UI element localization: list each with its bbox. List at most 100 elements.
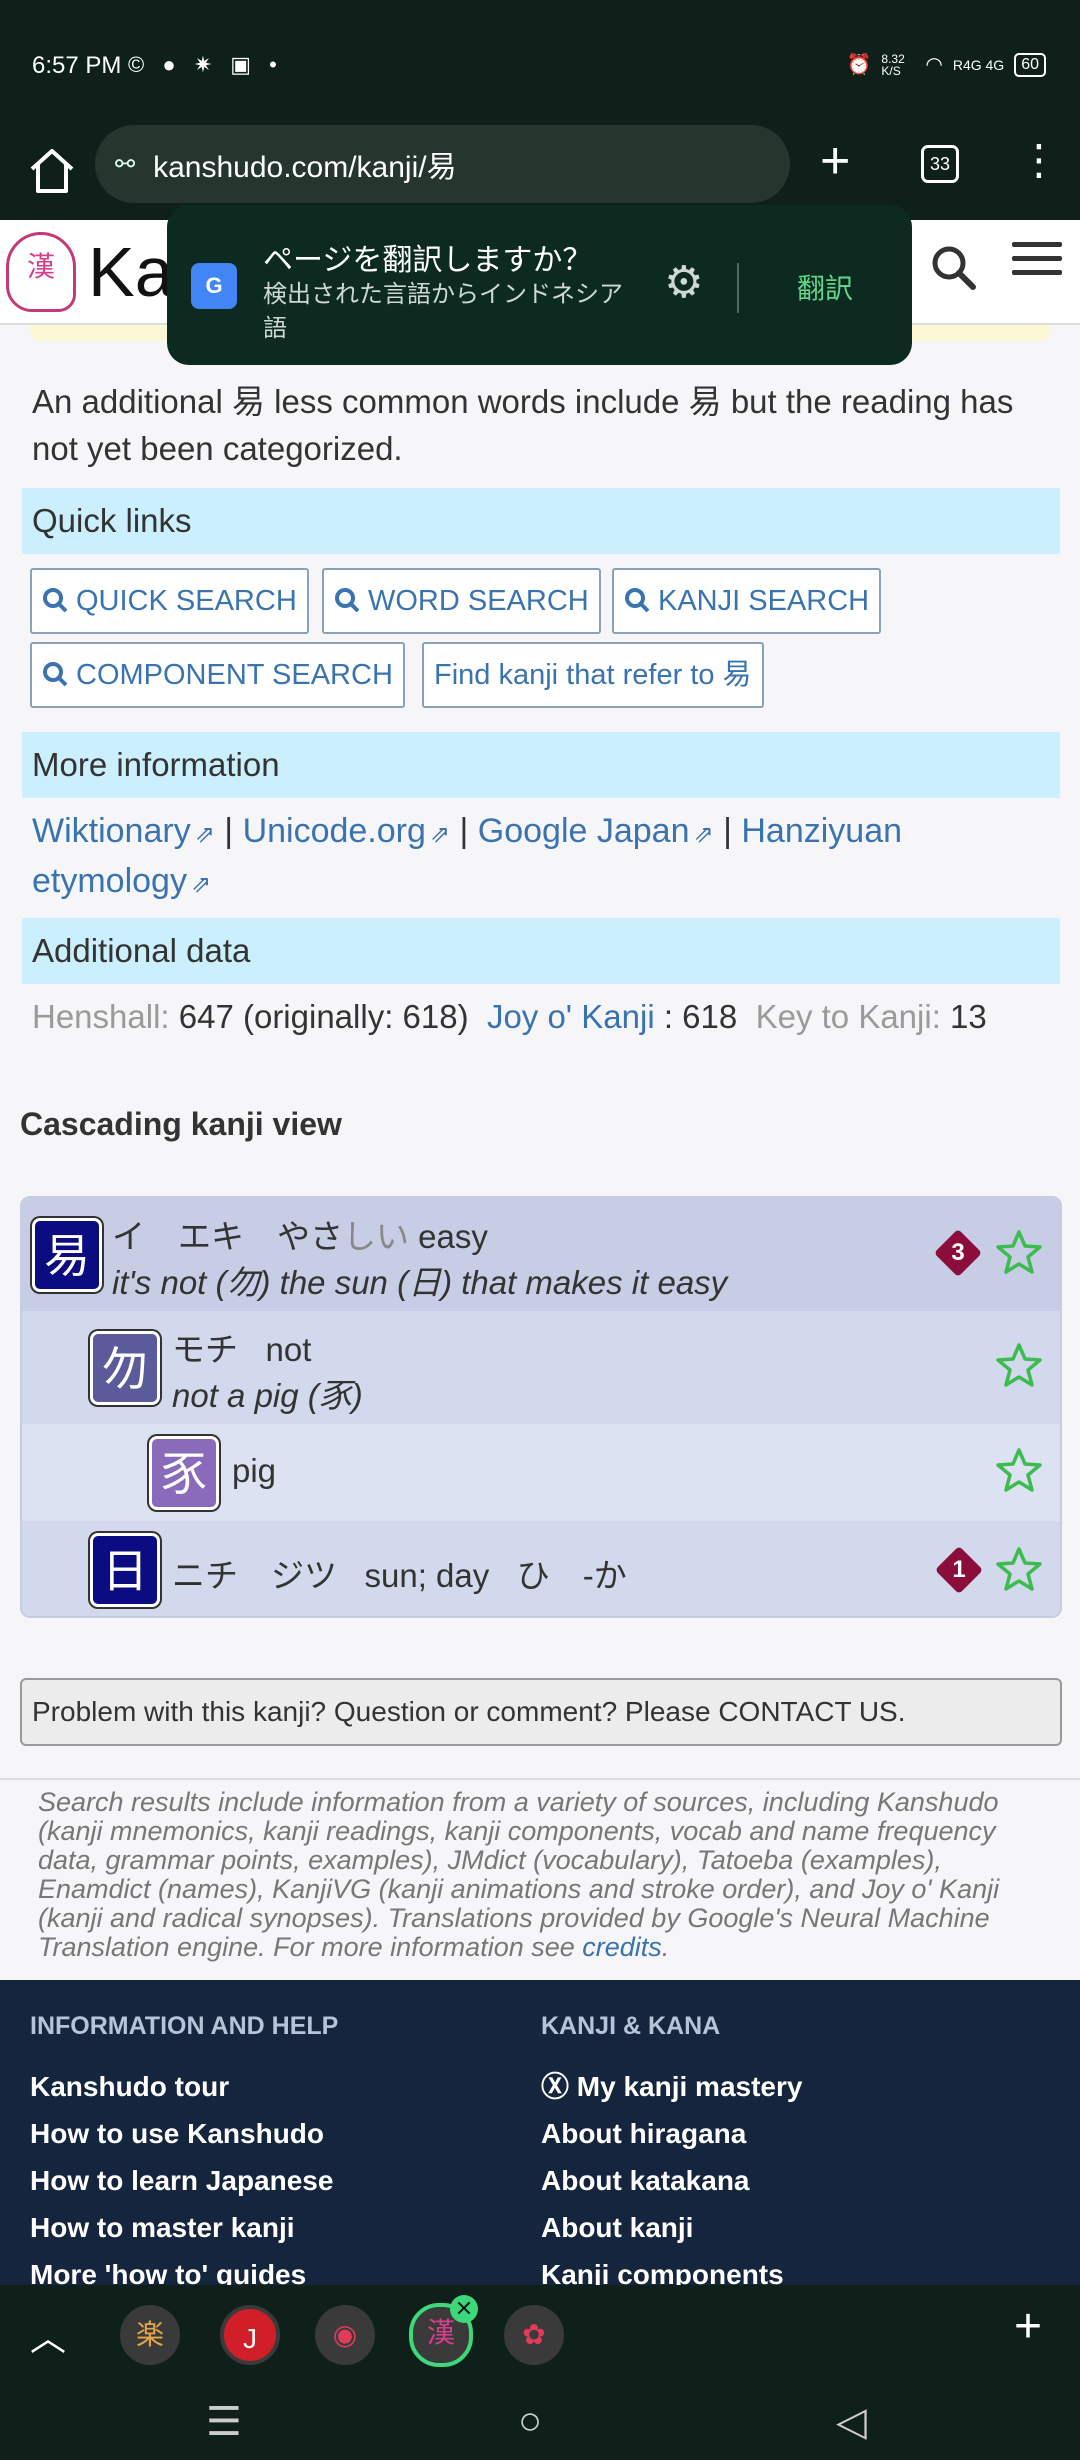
add-tab-icon[interactable]: + (1014, 2299, 1042, 2354)
joy-link[interactable]: Joy o' Kanji (487, 998, 655, 1035)
google-translate-icon: G (191, 263, 237, 309)
address-bar[interactable]: ⚯ kanshudo.com/kanji/易 (95, 125, 790, 203)
search-icon (335, 588, 360, 613)
wiktionary-link[interactable]: Wiktionary (32, 812, 191, 850)
okurigana: しい (343, 1218, 409, 1255)
kanji-tile[interactable]: 易 (32, 1218, 102, 1292)
kanji-mnemonic: not a pig (豕) (172, 1377, 363, 1414)
kanji-meaning: sun; day (364, 1557, 490, 1594)
close-tab-icon[interactable]: ✕ (450, 2295, 478, 2323)
cascade-row[interactable]: 易 イ エキ やさしい easy it's not (勿) the sun (日… (22, 1198, 1060, 1311)
star-icon[interactable] (994, 1545, 1044, 1595)
notification-icons: © ● ✷ ▣ • (128, 52, 283, 77)
word-search-button[interactable]: WORD SEARCH (322, 568, 601, 634)
cascade-view: 易 イ エキ やさしい easy it's not (勿) the sun (日… (20, 1196, 1062, 1618)
find-refer-button[interactable]: Find kanji that refer to 易 (422, 642, 764, 708)
kanji-reading-line: モチ not (172, 1323, 311, 1371)
kanji-tile[interactable]: 勿 (90, 1331, 160, 1405)
component-search-label: COMPONENT SEARCH (76, 659, 393, 691)
tab-strip: ︿ 楽 J ◉ 漢 ✕ ✿ + (0, 2285, 1080, 2385)
intro-text: An additional 易 less common words includ… (32, 383, 1014, 467)
additional-data-row: Henshall: 647 (originally: 618) Joy o' K… (32, 998, 987, 1036)
kanji-extra-readings: ひ -か (516, 1557, 627, 1594)
tab-favicon[interactable]: ◉ (315, 2305, 375, 2365)
cascade-row[interactable]: 勿 モチ not not a pig (豕) (22, 1311, 1060, 1424)
system-nav-bar: ☰ ○ ◁ (0, 2385, 1080, 2460)
component-search-button[interactable]: COMPONENT SEARCH (30, 642, 405, 708)
cascade-row[interactable]: 日 ニチ ジツ sun; day ひ -か 1 (22, 1521, 1060, 1616)
site-footer: INFORMATION AND HELP Kanshudo tour How t… (0, 1980, 1080, 2285)
kanji-search-button[interactable]: KANJI SEARCH (612, 568, 882, 634)
logo-text[interactable]: Ka (88, 232, 174, 312)
word-search-label: WORD SEARCH (368, 585, 589, 617)
site-settings-icon[interactable]: ⚯ (115, 150, 135, 179)
star-icon[interactable] (994, 1341, 1044, 1391)
speed-readout: 8.32 K/S (881, 51, 905, 78)
footer-link[interactable]: How to learn Japanese (30, 2157, 338, 2204)
search-icon (43, 662, 68, 687)
star-icon[interactable] (994, 1228, 1044, 1278)
kanji-meaning: pig (232, 1452, 277, 1489)
footer-link[interactable]: Kanji components (541, 2251, 802, 2285)
quick-search-button[interactable]: QUICK SEARCH (30, 568, 309, 634)
kanji-search-label: KANJI SEARCH (658, 585, 870, 617)
battery-icon: 60 (1014, 52, 1046, 77)
translate-button[interactable]: 翻訳 (797, 267, 853, 307)
footer-link[interactable]: About kanji (541, 2204, 802, 2251)
footer-link[interactable]: How to master kanji (30, 2204, 338, 2251)
recents-icon[interactable]: ☰ (206, 2399, 242, 2445)
tab-switcher-button[interactable]: 33 (921, 145, 959, 183)
wifi-icon: ◠ (925, 54, 943, 76)
key-value: 13 (950, 998, 987, 1035)
kanji-tile[interactable]: 日 (90, 1533, 160, 1607)
footer-link[interactable]: How to use Kanshudo (30, 2110, 338, 2157)
more-info-heading: More information (22, 732, 1060, 798)
logo-icon[interactable]: 漢 (6, 232, 76, 312)
alarm-icon: ⏰ (846, 54, 872, 76)
kanji-reading-line: ニチ ジツ sun; day ひ -か (172, 1549, 627, 1597)
tab-favicon[interactable]: J (220, 2305, 280, 2365)
footer-link[interactable]: About hiragana (541, 2110, 802, 2157)
url-text: kanshudo.com/kanji/易 (153, 151, 457, 184)
kanji-meaning: not (265, 1331, 312, 1368)
tab-favicon[interactable]: ✿ (504, 2305, 564, 2365)
chevron-up-icon[interactable]: ︿ (30, 2309, 66, 2361)
signal-icon: R4G 4G (952, 56, 1005, 73)
tab-favicon[interactable]: 楽 (120, 2305, 180, 2365)
search-icon[interactable] (930, 244, 976, 290)
footer-link[interactable]: More 'how to' guides (30, 2251, 338, 2285)
more-menu-icon[interactable]: ⋮ (1018, 135, 1060, 184)
henshall-value: 647 (originally: 618) (178, 998, 469, 1035)
grade-badge: 3 (933, 1228, 983, 1278)
search-icon (625, 588, 650, 613)
hamburger-menu-icon[interactable] (1012, 242, 1062, 284)
cascade-row[interactable]: 豕 pig (22, 1424, 1060, 1521)
divider (737, 263, 739, 313)
gear-icon[interactable]: ⚙ (664, 257, 703, 308)
grade-badge: 1 (934, 1545, 984, 1595)
kanji-readings: モチ (172, 1331, 238, 1368)
quick-search-label: QUICK SEARCH (76, 585, 297, 617)
contact-us-bar[interactable]: Problem with this kanji? Question or com… (20, 1678, 1062, 1746)
divider (0, 1778, 1080, 1780)
key-label: Key to Kanji: (755, 998, 941, 1035)
translate-popup: G ページを翻訳しますか？ 検出された言語からインドネシア語 ⚙ 翻訳 (167, 205, 912, 365)
footer-link[interactable]: Ⓧ My kanji mastery (541, 2063, 802, 2110)
google-japan-link[interactable]: Google Japan (478, 812, 690, 850)
cascade-title: Cascading kanji view (20, 1106, 342, 1142)
home-nav-icon[interactable]: ○ (518, 2399, 542, 2444)
new-tab-icon[interactable]: + (820, 131, 850, 191)
status-time: 6:57 PM (32, 52, 122, 79)
star-icon[interactable] (994, 1446, 1044, 1496)
external-link-icon: ⇗ (190, 871, 212, 898)
footer-link[interactable]: Kanshudo tour (30, 2063, 338, 2110)
kanji-tile[interactable]: 豕 (149, 1436, 219, 1510)
translate-subtitle: 検出された言語からインドネシア語 (263, 281, 623, 342)
footer-link[interactable]: About katakana (541, 2157, 802, 2204)
unicode-link[interactable]: Unicode.org (243, 812, 426, 850)
home-icon[interactable] (24, 143, 80, 199)
back-icon[interactable]: ◁ (836, 2399, 867, 2445)
credits-link[interactable]: credits (582, 1932, 662, 1962)
external-link-icon: ⇗ (429, 821, 451, 848)
kanji-meaning: easy (418, 1218, 488, 1255)
